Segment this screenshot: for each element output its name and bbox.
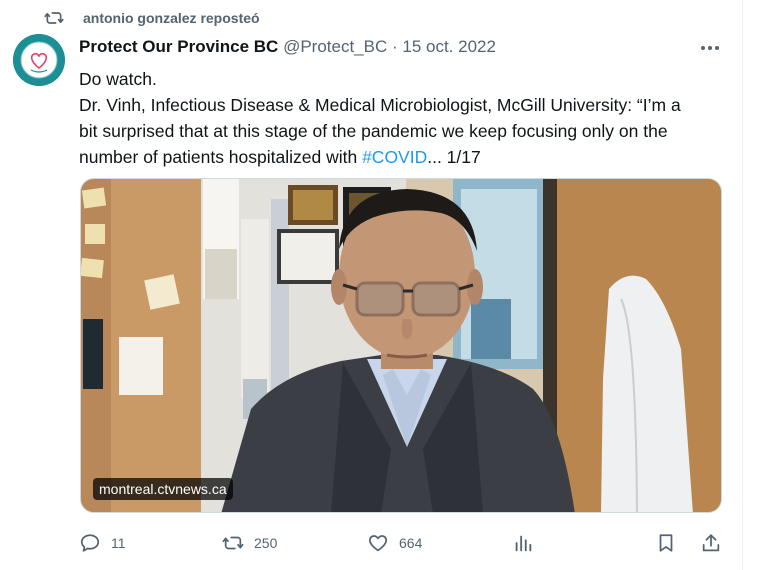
tweet-text-line: bit surprised that at this stage of the …	[79, 121, 668, 141]
hashtag-link[interactable]: #COVID	[362, 147, 427, 167]
repost-count: 250	[254, 535, 278, 551]
like-button[interactable]: 664	[367, 528, 422, 558]
action-bar: 11 250 664	[0, 528, 740, 558]
tweet-text-line: number of patients hospitalized with #CO…	[79, 144, 729, 170]
reply-count: 11	[111, 535, 126, 551]
tweet-header: Protect Our Province BC @Protect_BC · 15…	[79, 37, 496, 59]
views-button[interactable]	[512, 528, 534, 558]
timeline-border	[742, 0, 743, 570]
tweet-text-segment: number of patients hospitalized with	[79, 147, 363, 167]
bookmark-button[interactable]	[655, 528, 677, 558]
tweet-text: Do watch. Dr. Vinh, Infectious Disease &…	[79, 66, 729, 170]
author-name[interactable]: Protect Our Province BC	[79, 37, 278, 56]
share-icon	[702, 534, 720, 552]
video-frame	[81, 179, 721, 512]
repost-context-text[interactable]: antonio gonzalez reposteó	[83, 10, 260, 26]
reply-button[interactable]: 11	[79, 528, 126, 558]
bookmark-icon	[659, 534, 673, 552]
like-count: 664	[399, 535, 423, 551]
avatar[interactable]	[13, 34, 65, 86]
tweet-text-line: Dr. Vinh, Infectious Disease & Medical M…	[79, 95, 681, 115]
repost-button[interactable]: 250	[222, 528, 277, 558]
more-horizontal-icon[interactable]	[698, 38, 722, 58]
video-thumbnail[interactable]: montreal.ctvnews.ca	[80, 178, 722, 513]
media-source-label[interactable]: montreal.ctvnews.ca	[93, 478, 233, 500]
tweet-text-line: Do watch.	[79, 69, 157, 89]
heart-icon	[369, 535, 387, 552]
header-separator: ·	[391, 37, 398, 56]
repost-context[interactable]: antonio gonzalez reposteó	[0, 6, 740, 32]
avatar-logo	[13, 34, 65, 86]
post-date[interactable]: 15 oct. 2022	[402, 37, 496, 56]
tweet-text-segment: ... 1/17	[427, 147, 481, 167]
reply-icon	[80, 534, 100, 552]
author-handle[interactable]: @Protect_BC	[283, 37, 387, 56]
share-button[interactable]	[700, 528, 722, 558]
repost-icon	[44, 12, 64, 24]
repost-icon	[222, 536, 244, 550]
views-chart-icon	[515, 535, 532, 552]
